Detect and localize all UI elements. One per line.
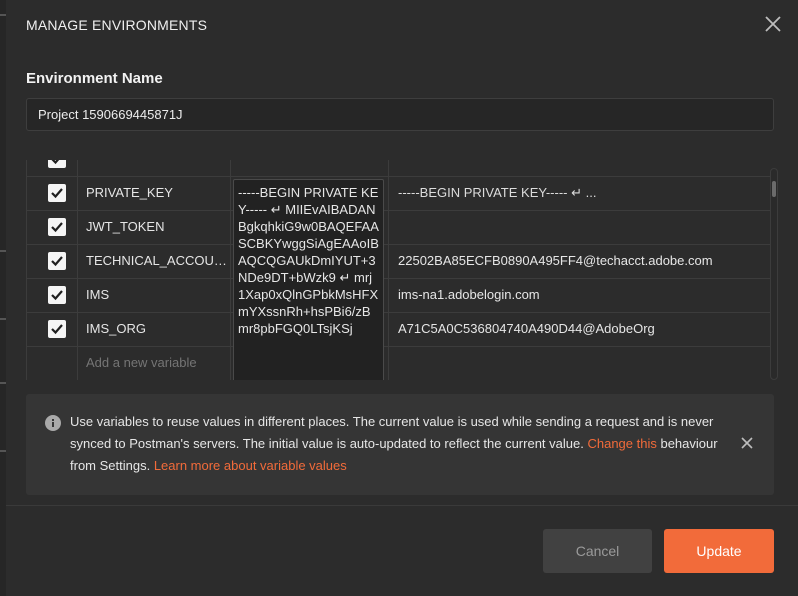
table-row: JWT_TOKEN: [27, 211, 772, 245]
variable-cell[interactable]: [77, 160, 231, 176]
current-value-text: -----BEGIN PRIVATE KEY----- ↵ ...: [398, 185, 597, 200]
current-value-text: A71C5A0C536804740A490D44@AdobeOrg: [398, 321, 655, 336]
info-icon: [45, 415, 61, 431]
update-button[interactable]: Update: [664, 529, 774, 573]
variable-cell[interactable]: PRIVATE_KEY: [77, 177, 231, 210]
modal-header: MANAGE ENVIRONMENTS: [6, 0, 798, 50]
row-checkbox-cell: [27, 211, 77, 244]
table-scrollbar[interactable]: [770, 168, 778, 380]
checkmark-icon: [51, 222, 63, 233]
variable-name: PRIVATE_KEY: [86, 185, 173, 200]
current-value-cell[interactable]: [388, 160, 772, 176]
variable-cell[interactable]: TECHNICAL_ACCOUNT_ID: [77, 245, 231, 278]
variable-name: IMS_ORG: [86, 321, 146, 336]
table-row: [27, 160, 772, 177]
row-checkbox[interactable]: [48, 286, 66, 304]
cancel-button[interactable]: Cancel: [543, 529, 652, 573]
info-banner: Use variables to reuse values in differe…: [26, 394, 774, 495]
current-value-text: ims-na1.adobelogin.com: [398, 287, 540, 302]
current-value-text: 22502BA85ECFB0890A495FF4@techacct.adobe.…: [398, 253, 713, 268]
row-checkbox-cell: [27, 313, 77, 346]
row-checkbox[interactable]: [48, 252, 66, 270]
checkmark-icon: [51, 256, 63, 267]
new-variable-input[interactable]: Add a new variable: [86, 355, 230, 370]
row-checkbox[interactable]: [48, 320, 66, 338]
footer-divider: [6, 505, 798, 506]
row-checkbox[interactable]: [48, 184, 66, 202]
info-text: Use variables to reuse values in differe…: [70, 411, 730, 477]
close-modal-button[interactable]: [764, 15, 782, 33]
checkmark-icon: [51, 160, 60, 165]
current-value-cell[interactable]: A71C5A0C536804740A490D44@AdobeOrg: [388, 313, 772, 346]
row-checkbox[interactable]: [48, 160, 66, 168]
current-value-cell[interactable]: 22502BA85ECFB0890A495FF4@techacct.adobe.…: [388, 245, 772, 278]
checkmark-icon: [51, 324, 63, 335]
change-settings-link[interactable]: Change this: [587, 436, 656, 451]
modal-title: MANAGE ENVIRONMENTS: [26, 17, 208, 33]
current-value-cell[interactable]: ims-na1.adobelogin.com: [388, 279, 772, 312]
new-variable-row: Add a new variable: [27, 347, 772, 380]
table-row: IMS ims-na1.adobelogin.com: [27, 279, 772, 313]
manage-environments-modal: MANAGE ENVIRONMENTS Environment Name Pro…: [6, 0, 798, 596]
row-checkbox-cell: [27, 279, 77, 312]
dismiss-banner-icon[interactable]: [741, 437, 753, 449]
variable-name: IMS: [86, 287, 110, 302]
current-value-cell[interactable]: [388, 347, 772, 380]
current-value-cell[interactable]: -----BEGIN PRIVATE KEY----- ↵ ...: [388, 177, 772, 210]
variable-cell[interactable]: IMS_ORG: [77, 313, 231, 346]
current-value-cell[interactable]: [388, 211, 772, 244]
close-icon: [765, 16, 781, 32]
row-checkbox-cell: [27, 160, 77, 176]
variable-cell[interactable]: JWT_TOKEN: [77, 211, 231, 244]
checkmark-icon: [51, 188, 63, 199]
new-variable-cell[interactable]: Add a new variable: [77, 347, 231, 380]
variable-cell[interactable]: IMS: [77, 279, 231, 312]
row-checkbox-cell: [27, 245, 77, 278]
row-checkbox-cell: [27, 347, 77, 380]
table-row: PRIVATE_KEY -----BEGIN PRIVATE KEY----- …: [27, 177, 772, 211]
initial-value-cell[interactable]: [231, 160, 388, 176]
learn-more-link[interactable]: Learn more about variable values: [154, 458, 347, 473]
variables-table: PRIVATE_KEY -----BEGIN PRIVATE KEY----- …: [26, 160, 772, 380]
environment-name-label: Environment Name: [26, 70, 163, 87]
initial-value-editor[interactable]: -----BEGIN PRIVATE KEY----- ↵ MIIEvAIBAD…: [233, 179, 384, 380]
table-row: IMS_ORG A71C5A0C536804740A490D44@AdobeOr…: [27, 313, 772, 347]
row-checkbox[interactable]: [48, 218, 66, 236]
variable-name: JWT_TOKEN: [86, 219, 165, 234]
row-checkbox-cell: [27, 177, 77, 210]
environment-name-input[interactable]: Project 1590669445871J: [26, 98, 774, 131]
variable-name: TECHNICAL_ACCOUNT_ID: [86, 253, 230, 268]
scrollbar-thumb[interactable]: [772, 181, 776, 197]
checkmark-icon: [51, 290, 63, 301]
table-row: TECHNICAL_ACCOUNT_ID 22502BA85ECFB0890A4…: [27, 245, 772, 279]
